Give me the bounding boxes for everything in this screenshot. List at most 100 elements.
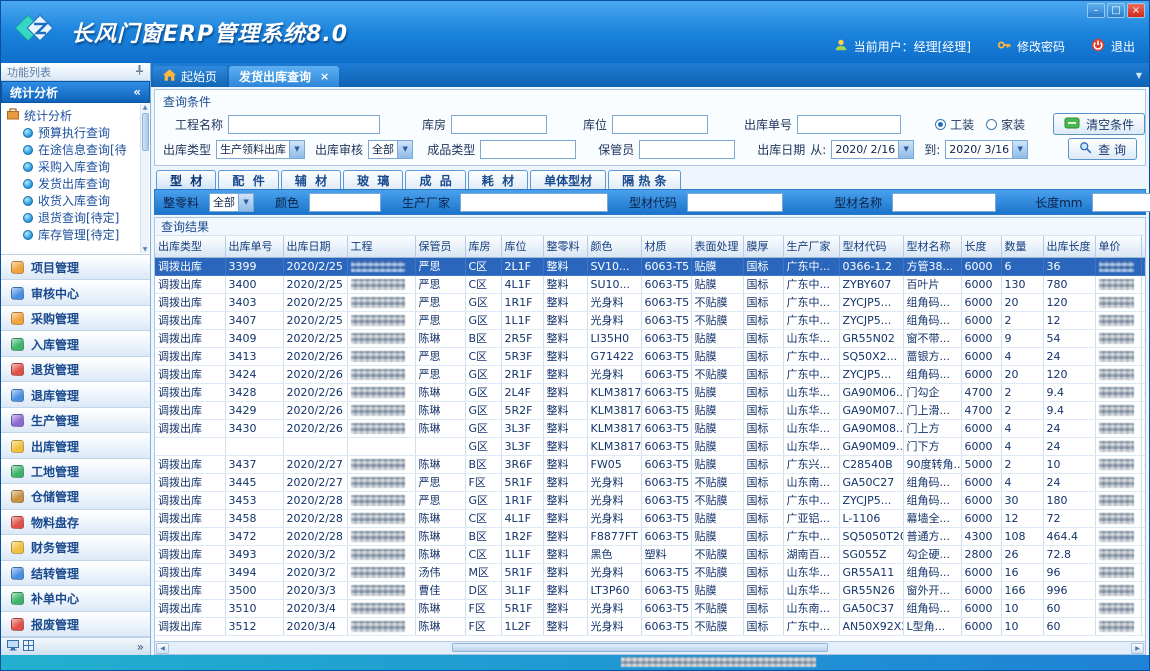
sidebar-item-2[interactable]: 采购管理 <box>1 306 150 331</box>
material-tab-4[interactable]: 成 品 <box>405 170 465 189</box>
table-row[interactable]: 调拨出库34092020/2/25陈琳B区2R5F整料LI35H06063-T5… <box>155 329 1145 347</box>
column-header[interactable]: 颜色 <box>587 236 641 257</box>
material-tab-2[interactable]: 辅 材 <box>281 170 341 189</box>
keeper-input[interactable] <box>639 140 735 159</box>
clear-conditions-button[interactable]: 清空条件 <box>1053 113 1145 135</box>
sidebar-item-7[interactable]: 出库管理 <box>1 433 150 458</box>
order-no-input[interactable] <box>797 115 901 134</box>
warehouse-input[interactable] <box>451 115 547 134</box>
scroll-left-icon[interactable]: ◀ <box>156 643 169 654</box>
accordion-header-statistics[interactable]: 统计分析 « <box>1 81 150 103</box>
change-password-link[interactable]: 修改密码 <box>1017 38 1065 55</box>
maximize-button[interactable]: □ <box>1107 3 1125 18</box>
column-header[interactable]: 库位 <box>501 236 543 257</box>
sidebar-item-14[interactable]: 报废管理 <box>1 612 150 637</box>
table-row[interactable]: 调拨出库34532020/2/28严思G区1R1F整料光身料6063-T5不贴膜… <box>155 491 1145 509</box>
sidebar-item-3[interactable]: 入库管理 <box>1 331 150 356</box>
sidebar-item-12[interactable]: 结转管理 <box>1 561 150 586</box>
sidebar-item-8[interactable]: 工地管理 <box>1 459 150 484</box>
grid-icon[interactable] <box>23 640 34 654</box>
table-row[interactable]: 调拨出库34242020/2/26严思G区2R1F整料光身料6063-T5不贴膜… <box>155 365 1145 383</box>
material-tab-1[interactable]: 配 件 <box>218 170 278 189</box>
table-row[interactable]: 调拨出库34292020/2/26陈琳G区5R2F整料KLM38176063-T… <box>155 401 1145 419</box>
column-header[interactable]: 生产厂家 <box>783 236 839 257</box>
table-row[interactable]: 调拨出库34932020/3/2陈琳C区1L1F整料黑色塑料不贴膜国标湖南百..… <box>155 545 1145 563</box>
scroll-thumb[interactable] <box>452 643 828 652</box>
tab-list-dropdown-icon[interactable]: ▼ <box>1136 71 1142 80</box>
radio-gongzhuang[interactable]: 工装 <box>935 116 974 133</box>
material-tab-0[interactable]: 型 材 <box>156 170 216 189</box>
length-input[interactable] <box>1092 193 1150 212</box>
table-row[interactable]: 调拨出库34372020/2/27陈琳B区3R6F整料FW056063-T5贴膜… <box>155 455 1145 473</box>
scroll-up-icon[interactable]: ▲ <box>143 104 148 111</box>
whole-piece-select[interactable]: 全部▼ <box>209 193 254 212</box>
table-row[interactable]: G区3L3F整料KLM38176063-T5贴膜国标山东华...GA90M09.… <box>155 437 1145 455</box>
tree-item[interactable]: 库存管理[待定] <box>7 226 140 243</box>
column-header[interactable]: 出库日期 <box>283 236 347 257</box>
pin-icon[interactable] <box>135 65 144 78</box>
table-row[interactable]: 调拨出库34452020/2/27严思F区5R1F整料光身料6063-T5不贴膜… <box>155 473 1145 491</box>
column-header[interactable]: 整零料 <box>543 236 587 257</box>
close-button[interactable]: × <box>1127 3 1145 18</box>
tree-scrollbar[interactable]: ▲ ▼ <box>140 104 149 253</box>
project-name-input[interactable] <box>228 115 380 134</box>
table-row[interactable]: 调拨出库34302020/2/26陈琳G区3L3F整料KLM38176063-T… <box>155 419 1145 437</box>
column-header[interactable]: 出库类型 <box>155 236 225 257</box>
product-type-input[interactable] <box>480 140 576 159</box>
date-to-select[interactable]: 2020/ 3/16▼ <box>945 140 1028 159</box>
column-header[interactable]: 型材代码 <box>839 236 903 257</box>
tab-close-icon[interactable]: × <box>320 70 329 83</box>
tree-item[interactable]: 采购入库查询 <box>7 158 140 175</box>
tab-1[interactable]: 发货出库查询× <box>229 66 339 87</box>
column-header[interactable]: 出库单号 <box>225 236 283 257</box>
sidebar-item-5[interactable]: 退库管理 <box>1 382 150 407</box>
sidebar-item-6[interactable]: 生产管理 <box>1 408 150 433</box>
scroll-right-icon[interactable]: ▶ <box>1131 643 1144 654</box>
column-header[interactable]: 单价 <box>1095 236 1141 257</box>
tree-item[interactable]: 收货入库查询 <box>7 192 140 209</box>
column-header[interactable]: 材质 <box>641 236 691 257</box>
date-from-select[interactable]: 2020/ 2/16▼ <box>831 140 914 159</box>
search-button[interactable]: 查 询 <box>1068 138 1137 160</box>
table-row[interactable]: 调拨出库34282020/2/26陈琳G区2L4F整料KLM38176063-T… <box>155 383 1145 401</box>
sidebar-item-13[interactable]: 补单中心 <box>1 586 150 611</box>
column-header[interactable]: 型材名称 <box>903 236 961 257</box>
table-row[interactable]: 调拨出库34002020/2/25严思C区4L1F整料SU10...6063-T… <box>155 275 1145 293</box>
out-type-select[interactable]: 生产领料出库▼ <box>216 140 305 159</box>
radio-jiazhuang[interactable]: 家装 <box>986 116 1025 133</box>
manufacturer-input[interactable] <box>460 193 608 212</box>
table-row[interactable]: 调拨出库34072020/2/25严思G区1L1F整料光身料6063-T5不贴膜… <box>155 311 1145 329</box>
minimize-button[interactable]: – <box>1087 3 1105 18</box>
sidebar-item-0[interactable]: 项目管理 <box>1 255 150 280</box>
column-header[interactable]: 出库长度 <box>1043 236 1095 257</box>
column-header[interactable]: 数量 <box>1001 236 1043 257</box>
profile-code-input[interactable] <box>687 193 783 212</box>
sidebar-item-11[interactable]: 财务管理 <box>1 535 150 560</box>
tree-root[interactable]: 统计分析 <box>7 107 140 124</box>
table-row[interactable]: 调拨出库35122020/3/4陈琳F区1L2F整料光身料6063-T5不贴膜国… <box>155 617 1145 635</box>
collapse-icon[interactable]: « <box>133 85 141 99</box>
material-tab-3[interactable]: 玻 璃 <box>343 170 403 189</box>
logout-link[interactable]: 退出 <box>1111 38 1135 55</box>
location-input[interactable] <box>612 115 708 134</box>
column-header[interactable]: 工程 <box>347 236 415 257</box>
horizontal-scrollbar[interactable]: ◀ ▶ <box>155 641 1145 654</box>
scroll-thumb[interactable] <box>142 113 149 151</box>
sidebar-item-1[interactable]: 审核中心 <box>1 280 150 305</box>
table-row[interactable]: 调拨出库35102020/3/4陈琳F区5R1F整料光身料6063-T5不贴膜国… <box>155 599 1145 617</box>
table-row[interactable]: 调拨出库34722020/2/28陈琳B区1R2F整料F8877FT6063-T… <box>155 527 1145 545</box>
material-tab-6[interactable]: 单体型材 <box>530 170 606 189</box>
tree-item[interactable]: 退货查询[待定] <box>7 209 140 226</box>
tree-item[interactable]: 预算执行查询 <box>7 124 140 141</box>
scroll-down-icon[interactable]: ▼ <box>143 246 148 253</box>
table-row[interactable]: 调拨出库34942020/3/2汤伟M区5R1F整料光身料6063-T5不贴膜国… <box>155 563 1145 581</box>
column-header[interactable]: 长度 <box>961 236 1001 257</box>
material-tab-7[interactable]: 隔 热 条 <box>608 170 680 189</box>
audit-select[interactable]: 全部▼ <box>368 140 413 159</box>
table-row[interactable]: 调拨出库34582020/2/28陈琳C区4L1F整料光身料6063-T5贴膜国… <box>155 509 1145 527</box>
sidebar-item-9[interactable]: 仓储管理 <box>1 484 150 509</box>
sidebar-item-4[interactable]: 退货管理 <box>1 357 150 382</box>
column-header[interactable]: 表面处理 <box>691 236 743 257</box>
table-row[interactable]: 调拨出库34132020/2/26严思C区5R3F整料G714226063-T5… <box>155 347 1145 365</box>
column-header[interactable]: 膜厚 <box>743 236 783 257</box>
